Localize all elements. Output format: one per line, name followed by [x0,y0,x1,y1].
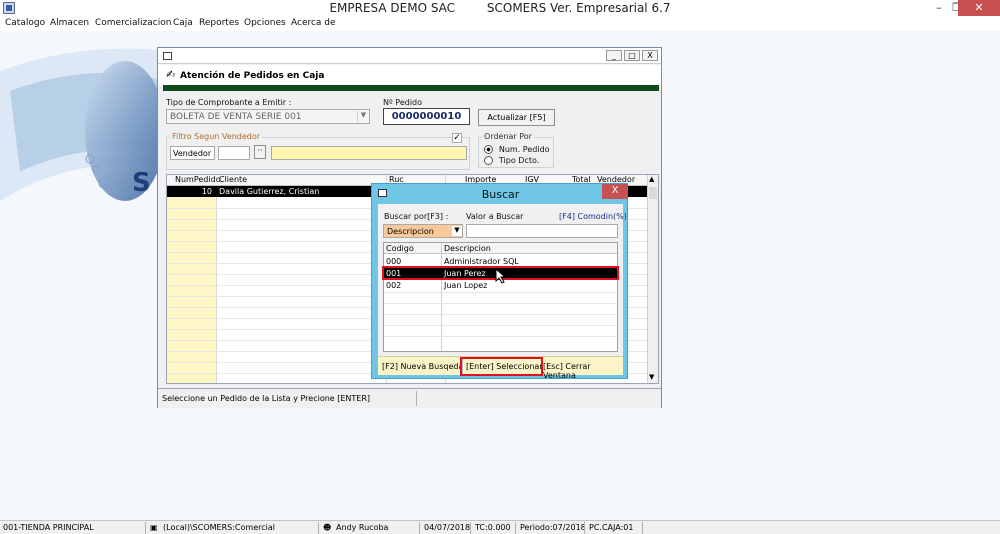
radio-tipo-dcto[interactable]: Tipo Dcto. [484,156,539,166]
header-divider [163,85,659,91]
menu-bar: Catalogo Almacen Comercializacion Caja R… [0,16,1000,31]
window-title: EMPRESA DEMO SAC SCOMERS Ver. Empresaria… [0,1,1000,15]
radio-tipo-dcto-label: Tipo Dcto. [498,156,540,165]
cell-numpedido: 10 [201,187,212,196]
status-caja: PC.CAJA:01 [589,523,634,532]
menu-reportes[interactable]: Reportes [199,18,239,28]
menu-caja[interactable]: Caja [173,18,193,28]
grid-scrollbar[interactable] [647,175,658,383]
col-descripcion[interactable]: Descripcion [444,244,491,253]
status-date: 04/07/2018 [424,523,471,532]
window-close-button[interactable]: X [642,50,658,61]
window-maximize-button[interactable]: □ [624,50,640,61]
scroll-up-icon[interactable]: ▲ [649,175,654,183]
database-icon: ▣ [150,523,158,532]
status-user: Andy Rucoba [336,523,389,532]
valor-label: Valor a Buscar [466,212,524,221]
radio-num-pedido[interactable]: Num. Pedido [484,145,550,155]
dialog-body: Buscar por[F3] : Valor a Buscar [F4] Com… [378,204,627,380]
status-periodo: Periodo:07/2018 [520,523,586,532]
cell-cliente: Davila Gutierrez, Cristian [219,187,320,196]
vendedor-code-input[interactable] [218,146,250,160]
comodin-label: [F4] Comodin(%) [559,212,627,221]
status-tc: TC:0.000 [475,523,511,532]
filtro-group-label: Filtro Segun Vendedor [170,132,263,141]
scrollbar-thumb[interactable] [649,187,657,199]
chevron-down-icon[interactable]: ▼ [452,226,462,236]
window-heading: Atención de Pedidos en Caja [180,71,325,81]
vendedor-label-box: Vendedor [170,146,215,160]
buscar-dialog: Buscar X Buscar por[F3] : Valor a Buscar… [371,183,628,380]
comprobante-select[interactable]: BOLETA DE VENTA SERIE 001 ▼ [166,109,370,124]
buscar-por-label: Buscar por[F3] : [384,212,449,221]
comprobante-label: Tipo de Comprobante a Emitir : [166,98,292,107]
pedido-field[interactable]: 0000000010 [383,108,470,125]
user-icon: ☻ [323,523,332,532]
scroll-down-icon[interactable]: ▼ [649,373,654,381]
menu-catalogo[interactable]: Catalogo [5,18,45,28]
status-tienda: 001-TIENDA PRINCIPAL [3,523,94,532]
item-codigo: 002 [386,281,402,290]
chevron-down-icon[interactable]: ▼ [357,111,369,122]
window-system-icon[interactable] [163,52,172,60]
status-db: (Local)\SCOMERS:Comercial [163,523,275,532]
close-button[interactable]: ✕ [958,0,1000,16]
pedido-value: 0000000010 [391,111,462,122]
radio-selected-icon [484,145,493,154]
window-status-bar: Seleccione un Pedido de la Lista y Preci… [158,388,661,408]
radio-num-pedido-label: Num. Pedido [498,145,550,154]
dialog-close-button[interactable]: X [602,184,628,199]
svg-text:S: S [132,168,151,198]
numpedido-column-fill [167,197,216,383]
vendedor-lookup-button[interactable]: ·· [254,145,266,159]
actualizar-button[interactable]: Actualizar [F5] [478,109,555,126]
company-name: EMPRESA DEMO SAC [329,1,456,15]
item-descripcion: Juan Lopez [444,281,488,290]
seleccionar-highlight [460,357,543,376]
radio-unselected-icon [484,156,493,165]
buscar-por-value: Descripcion [387,227,434,236]
pedido-label: Nº Pedido [383,98,423,107]
vendedor-label: Vendedor [173,149,212,158]
valor-input[interactable] [466,224,618,238]
comprobante-value: BOLETA DE VENTA SERIE 001 [170,112,302,122]
nueva-busqueda-button[interactable]: [F2] Nueva Busqeda [382,362,463,371]
product-name: SCOMERS Ver. Empresarial 6.7 [486,1,671,15]
menu-almacen[interactable]: Almacen [50,18,89,28]
vendedor-name-input[interactable] [271,146,467,160]
item-descripcion: Administrador SQL [444,257,519,266]
menu-comercializacion[interactable]: Comercializacion [95,18,171,28]
item-codigo: 000 [386,257,402,266]
menu-opciones[interactable]: Opciones [244,18,286,28]
col-numpedido[interactable]: NumPedido [175,175,221,184]
dialog-title: Buscar [481,188,520,201]
buscar-por-select[interactable]: Descripcion ▼ [383,224,463,238]
mouse-cursor-icon [495,268,507,284]
pencil-icon: ✍ [166,68,176,81]
col-cliente[interactable]: Cliente [219,175,247,184]
pedidos-window-titlebar [158,48,661,64]
col-codigo[interactable]: Codigo [386,244,414,253]
status-divider [416,391,417,406]
cerrar-ventana-button[interactable]: [Esc] Cerrar Ventana [543,362,623,380]
status-bar: 001-TIENDA PRINCIPAL ▣ (Local)\SCOMERS:C… [0,520,1000,534]
list-header: Codigo Descripcion [384,243,617,254]
status-message: Seleccione un Pedido de la Lista y Preci… [162,394,371,403]
buscar-results-list: Codigo Descripcion 000 Administrador SQL… [383,242,618,352]
ordenar-group-label: Ordenar Por [482,132,534,141]
menu-acerca[interactable]: Acerca de [291,18,336,28]
filtro-checkbox[interactable]: ✓ [452,133,462,143]
window-minimize-button[interactable]: _ [606,50,622,61]
